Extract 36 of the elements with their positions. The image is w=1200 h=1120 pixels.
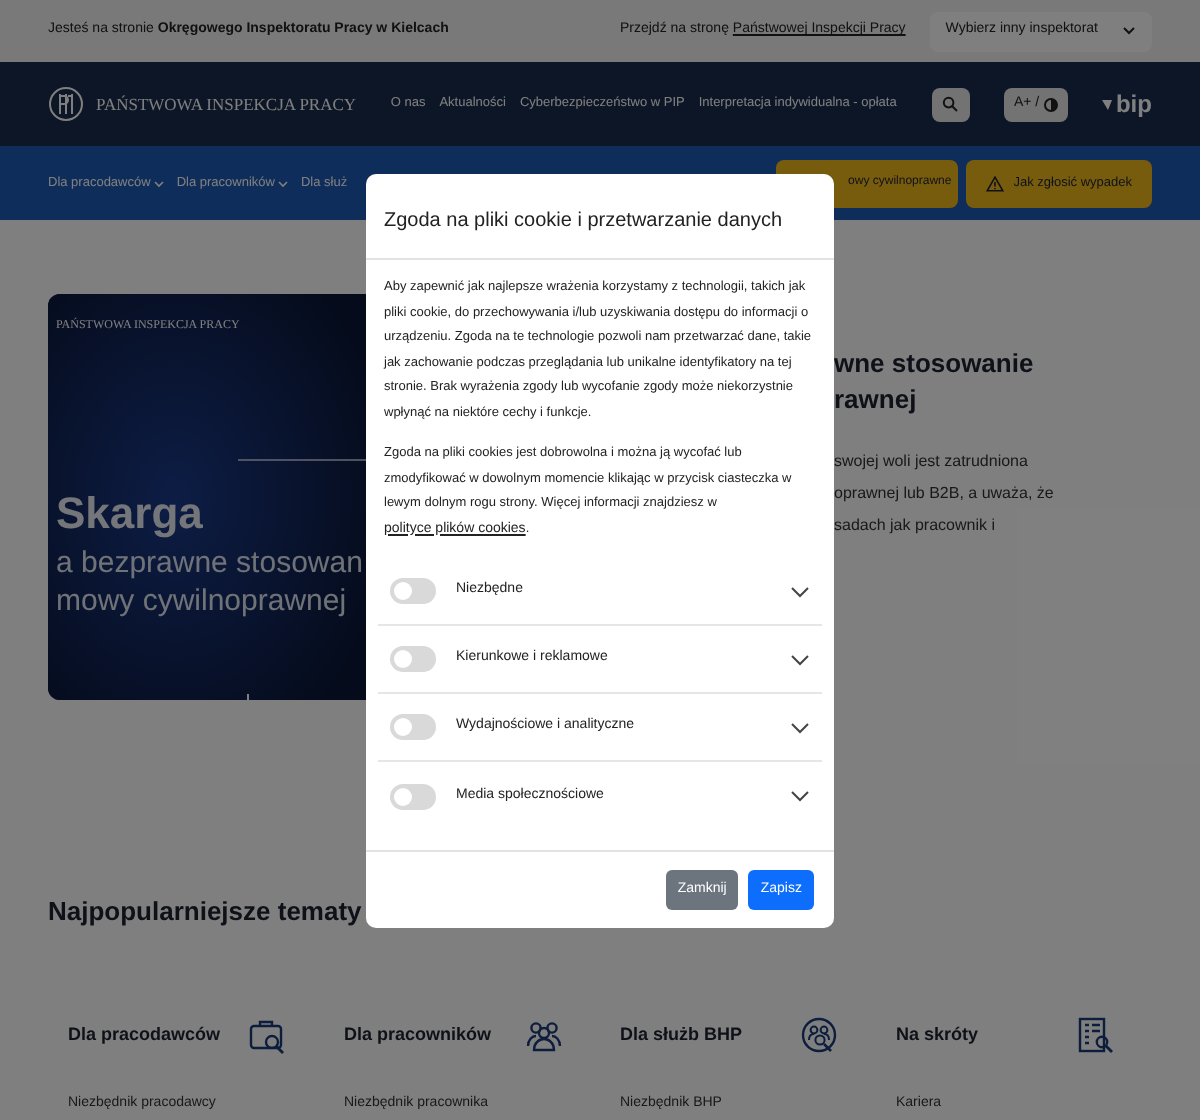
- category-title: Dla pracowników: [344, 1022, 492, 1049]
- people-group-icon: [524, 1016, 564, 1056]
- search-icon: [942, 96, 959, 112]
- document-search-icon: [1076, 1016, 1116, 1056]
- article-heading: rawnej: [834, 382, 919, 418]
- chevron-down-icon: [1122, 26, 1136, 36]
- people-search-icon: [800, 1016, 840, 1056]
- contrast-icon: [1043, 97, 1058, 111]
- chevron-down-icon[interactable]: [790, 585, 810, 597]
- toggle-switch[interactable]: [390, 783, 436, 809]
- bip-logo[interactable]: bip: [1101, 92, 1152, 116]
- toggle-switch[interactable]: [390, 578, 436, 604]
- chevron-down-icon[interactable]: [790, 790, 810, 802]
- article-heading: wne stosowanie: [834, 346, 1036, 382]
- logo-icon: [48, 86, 84, 122]
- article-text: oprawnej lub B2B, a uważa, że: [834, 482, 1054, 506]
- banner-subtitle: mowy cywilnoprawnej: [56, 582, 349, 620]
- chevron-down-icon: [154, 179, 165, 187]
- dialog-title: Zgoda na pliki cookie i przetwarzanie danych: [384, 210, 782, 232]
- article-text: swojej woli jest zatrudniona: [834, 450, 1030, 474]
- chevron-down-icon[interactable]: [790, 721, 810, 733]
- banner-title: Skarga: [56, 492, 205, 536]
- briefcase-search-icon: [248, 1016, 288, 1056]
- category-title: Dla pracodawców: [68, 1022, 221, 1049]
- section-heading: Najpopularniejsze tematy: [48, 896, 362, 926]
- toggle-switch[interactable]: [390, 646, 436, 672]
- category-title: Na skróty: [896, 1022, 979, 1049]
- banner-subtitle: a bezprawne stosowan: [56, 544, 365, 582]
- toggle-switch[interactable]: [390, 714, 436, 740]
- category-title: Dla służb BHP: [620, 1022, 743, 1049]
- logo-text: PAŃSTWOWA INSPEKCJA PRACY: [96, 91, 357, 117]
- search-button[interactable]: [931, 87, 970, 121]
- article-text: sadach jak pracownik i: [834, 514, 997, 538]
- chevron-down-icon[interactable]: [790, 653, 810, 665]
- warning-icon: [985, 175, 1004, 191]
- chevron-down-icon: [278, 179, 289, 187]
